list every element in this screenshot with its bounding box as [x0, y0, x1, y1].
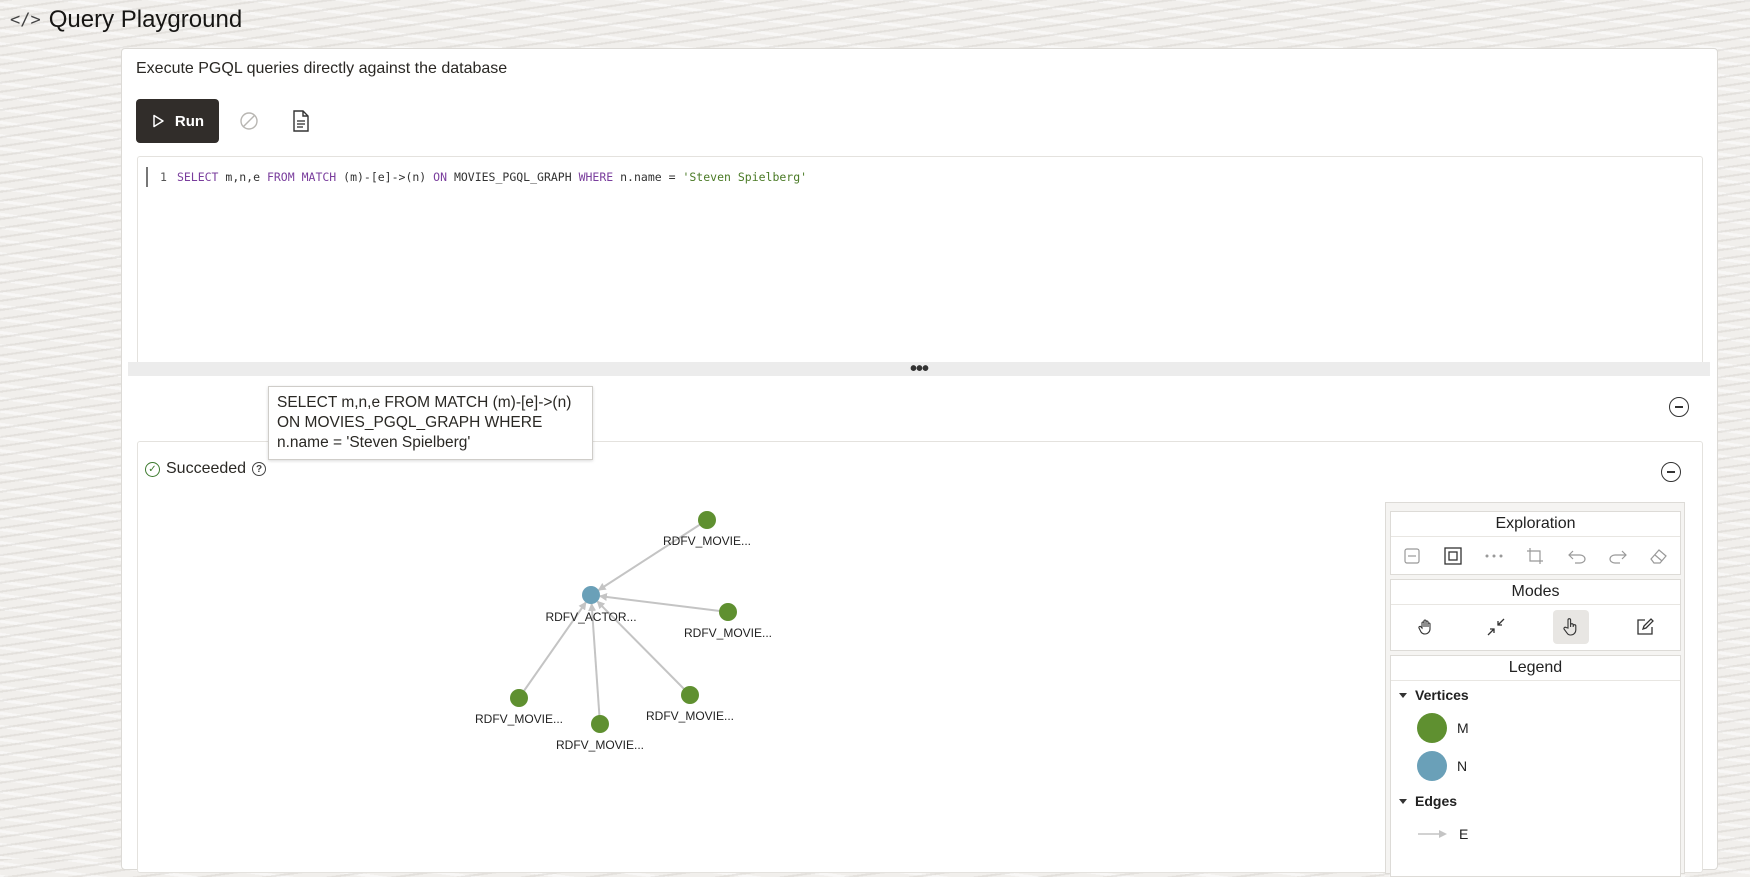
hand-icon[interactable] [1412, 613, 1440, 641]
legend-section: Legend Vertices M N Edges E [1390, 655, 1681, 877]
exploration-title: Exploration [1391, 512, 1680, 537]
collapse-result-button[interactable] [1661, 462, 1681, 482]
legend-e-label: E [1459, 826, 1469, 842]
cancel-button[interactable] [237, 108, 261, 134]
collapse-query-button[interactable] [1669, 397, 1689, 417]
export-button[interactable] [289, 108, 313, 134]
token-keyword: ON [433, 170, 448, 184]
graph-node-label: RDFV_MOVIE... [475, 712, 563, 726]
edit-icon[interactable] [1631, 613, 1659, 641]
run-button-label: Run [174, 112, 205, 130]
check-circle-icon: ✓ [145, 461, 160, 477]
token-keyword: FROM [266, 170, 295, 184]
token-text: n.name = [613, 170, 683, 184]
code-icon: </> [10, 10, 41, 30]
graph-node-movie[interactable] [510, 689, 528, 707]
page-title: Query Playground [48, 6, 243, 33]
vertex-swatch-n [1417, 751, 1447, 781]
legend-item-n[interactable]: N [1391, 747, 1680, 785]
graph-node-label: RDFV_MOVIE... [663, 534, 751, 548]
legend-item-e[interactable]: E [1391, 815, 1680, 853]
legend-item-m[interactable]: M [1391, 709, 1680, 747]
modes-section: Modes [1390, 579, 1681, 651]
document-icon [293, 110, 309, 132]
help-icon[interactable]: ? [252, 462, 267, 476]
legend-vertices-toggle[interactable]: Vertices [1391, 681, 1680, 709]
page-description: Execute PGQL queries directly against th… [136, 60, 508, 77]
graph-node-movie[interactable] [719, 603, 737, 621]
resize-splitter[interactable]: ••• [128, 358, 1710, 380]
graph-edge[interactable] [597, 519, 708, 591]
editor-line[interactable]: 1 SELECT m,n,e FROM MATCH (m)-[e]->(n) ON… [160, 167, 807, 187]
exploration-toolbar [1391, 537, 1680, 575]
legend-edges-label: Edges [1415, 793, 1458, 809]
undo-icon[interactable] [1563, 542, 1591, 570]
graph-node-movie[interactable] [698, 511, 716, 529]
token-keyword: MATCH [301, 170, 337, 184]
redo-icon[interactable] [1604, 542, 1632, 570]
edge-arrow-icon [1418, 830, 1447, 838]
legend-m-label: M [1457, 720, 1469, 736]
graph-node-label: RDFV_MOVIE... [646, 709, 734, 723]
result-status: ✓ Succeeded ? [145, 460, 267, 478]
graph-node-label: RDFV_ACTOR... [545, 610, 636, 624]
graph-node-movie[interactable] [681, 686, 699, 704]
token-text: (m)-[e]->(n) [336, 170, 434, 184]
graph-node-label: RDFV_MOVIE... [684, 626, 772, 640]
shrink-icon[interactable] [1482, 613, 1510, 641]
query-tooltip: SELECT m,n,e FROM MATCH (m)-[e]->(n) ON … [268, 386, 593, 460]
legend-n-label: N [1457, 758, 1468, 774]
pointer-icon[interactable] [1552, 610, 1589, 644]
legend-vertices-label: Vertices [1415, 687, 1469, 703]
graph-side-panel: Exploration Modes Legend Vertices M N Ed… [1385, 502, 1685, 877]
token-text: MOVIES_PGQL_GRAPH [447, 170, 579, 184]
graph-node-actor[interactable] [582, 586, 600, 604]
graph-node-label: RDFV_MOVIE... [556, 738, 644, 752]
cancel-icon [240, 112, 258, 130]
graph-canvas[interactable]: RDFV_ACTOR... RDFV_MOVIE... RDFV_MOVIE... R… [137, 490, 1317, 859]
token-string: 'Steven Spielberg' [682, 170, 808, 184]
token-keyword: WHERE [578, 170, 614, 184]
run-button[interactable]: Run [136, 99, 219, 143]
modes-toolbar [1391, 605, 1680, 649]
query-editor[interactable]: 1 SELECT m,n,e FROM MATCH (m)-[e]->(n) ON… [137, 156, 1703, 366]
graph-node-movie[interactable] [591, 715, 609, 733]
fit-icon[interactable] [1439, 542, 1467, 570]
token-text: m,n,e [218, 170, 267, 184]
legend-title: Legend [1391, 656, 1680, 681]
line-number: 1 [160, 170, 167, 184]
exploration-section: Exploration [1390, 511, 1681, 575]
drag-handle-icon: ••• [909, 358, 929, 380]
status-text: Succeeded [166, 460, 247, 477]
more-icon[interactable] [1480, 542, 1508, 570]
page-header: </> Query Playground [10, 4, 242, 36]
editor-cursor-bar [146, 167, 148, 187]
legend-edges-toggle[interactable]: Edges [1391, 787, 1680, 815]
eraser-icon[interactable] [1645, 542, 1673, 570]
caret-down-icon [1399, 798, 1407, 804]
play-icon [153, 114, 164, 128]
modes-title: Modes [1391, 580, 1680, 605]
vertex-swatch-m [1417, 713, 1447, 743]
crop-icon[interactable] [1521, 542, 1549, 570]
collapse-icon[interactable] [1398, 542, 1426, 570]
caret-down-icon [1399, 692, 1407, 698]
token-keyword: SELECT [176, 170, 219, 184]
